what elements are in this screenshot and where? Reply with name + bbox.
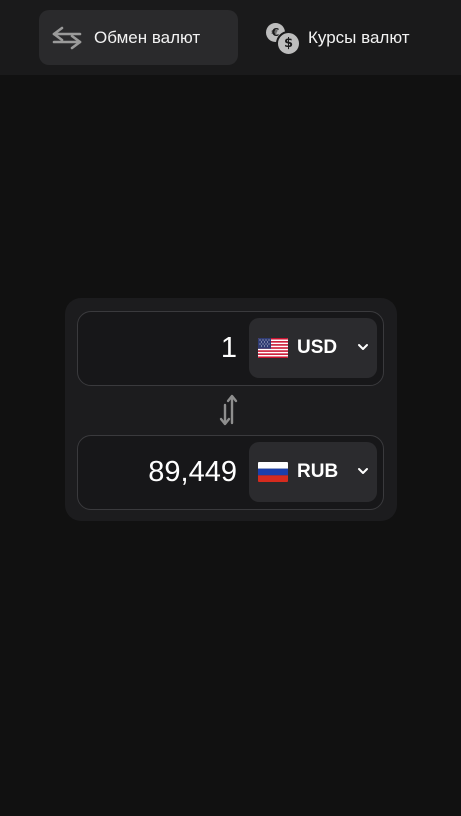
to-currency-select[interactable]: RUB <box>249 442 377 502</box>
top-navigation-bar: Обмен валют € $ Курсы валют <box>0 0 461 75</box>
tab-exchange-rates[interactable]: € $ Курсы валют <box>258 10 428 65</box>
exchange-arrows-icon <box>50 25 84 51</box>
swap-vertical-icon <box>217 394 243 431</box>
chevron-down-icon <box>355 339 371 355</box>
tab-currency-exchange-label: Обмен валют <box>94 27 201 47</box>
from-amount-value[interactable]: 1 <box>97 312 237 385</box>
to-amount-field[interactable]: 89,449 RUB <box>77 435 384 510</box>
tab-currency-exchange[interactable]: Обмен валют <box>39 10 238 65</box>
to-amount-value[interactable]: 89,449 <box>97 436 237 509</box>
currency-converter-panel: 1 USD 89,449 RUB <box>65 298 397 521</box>
from-currency-code: USD <box>297 337 338 358</box>
swap-currencies-button[interactable] <box>217 393 243 427</box>
dollar-coin-icon: $ <box>276 30 301 56</box>
tab-exchange-rates-label: Курсы валют <box>308 27 410 47</box>
chevron-down-icon <box>355 463 371 479</box>
from-amount-field[interactable]: 1 USD <box>77 311 384 386</box>
to-currency-code: RUB <box>297 461 339 482</box>
ru-flag-icon <box>258 462 288 482</box>
currency-coins-icon: € $ <box>264 21 301 56</box>
from-currency-select[interactable]: USD <box>249 318 377 378</box>
us-flag-icon <box>258 338 288 358</box>
